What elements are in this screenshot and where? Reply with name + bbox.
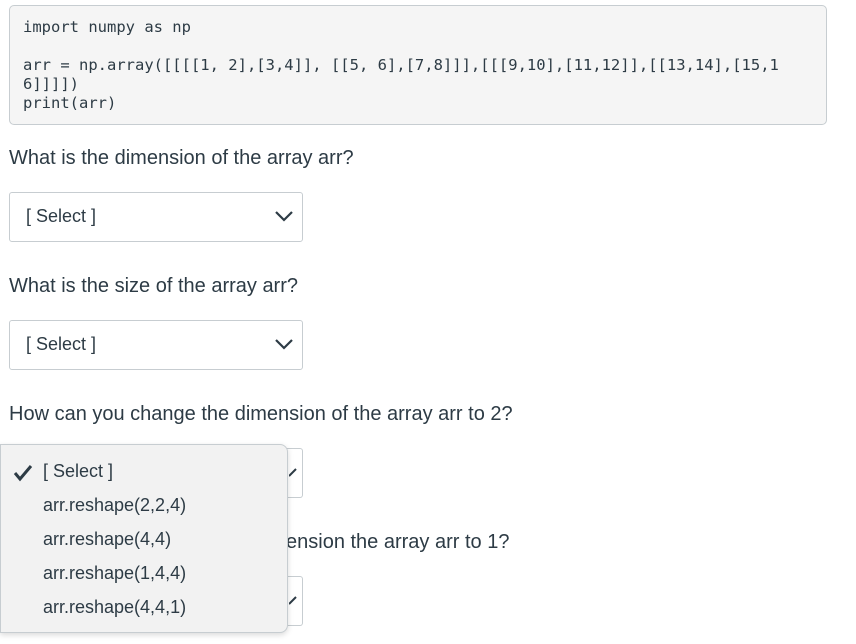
dropdown-option-reshape-1-4-4[interactable]: arr.reshape(1,4,4) [1,557,287,591]
question-dimension: What is the dimension of the array arr? [9,147,354,169]
question-reshape-2d: How can you change the dimension of the … [9,403,513,425]
dropdown-option-reshape-4-4-1[interactable]: arr.reshape(4,4,1) [1,591,287,625]
chevron-down-icon [289,596,297,605]
checkmark-icon [13,465,33,482]
code-line-array: arr = np.array([[[[1, 2],[3,4]], [[5, 6]… [23,56,779,74]
size-select-value: [ Select ] [26,334,97,354]
chevron-down-icon [275,339,293,350]
dropdown-option-label: arr.reshape(4,4,1) [43,597,187,617]
dropdown-option-label: arr.reshape(4,4) [43,529,172,549]
dropdown-option-select[interactable]: [ Select ] [1,455,287,489]
question-reshape-1d: ension the array arr to 1? [286,531,510,553]
size-select[interactable]: [ Select ] [9,320,303,370]
dimension-select-value: [ Select ] [26,206,97,226]
code-line-print: print(arr) [23,94,117,112]
code-line-import: import numpy as np [23,18,191,36]
question-size: What is the size of the array arr? [9,275,299,297]
dropdown-option-label: [ Select ] [43,461,114,481]
dimension-select[interactable]: [ Select ] [9,192,303,242]
chevron-down-icon [275,211,293,222]
code-block: import numpy as np arr = np.array([[[[1,… [9,5,827,125]
chevron-down-icon [289,468,297,477]
dropdown-option-label: arr.reshape(2,2,4) [43,495,187,515]
code-line-array-cont: 6]]]]) [23,75,79,93]
dropdown-option-reshape-4-4[interactable]: arr.reshape(4,4) [1,523,287,557]
dropdown-option-label: arr.reshape(1,4,4) [43,563,187,583]
reshape-2d-dropdown-menu: [ Select ] arr.reshape(2,2,4) arr.reshap… [0,444,288,633]
dropdown-option-reshape-2-2-4[interactable]: arr.reshape(2,2,4) [1,489,287,523]
